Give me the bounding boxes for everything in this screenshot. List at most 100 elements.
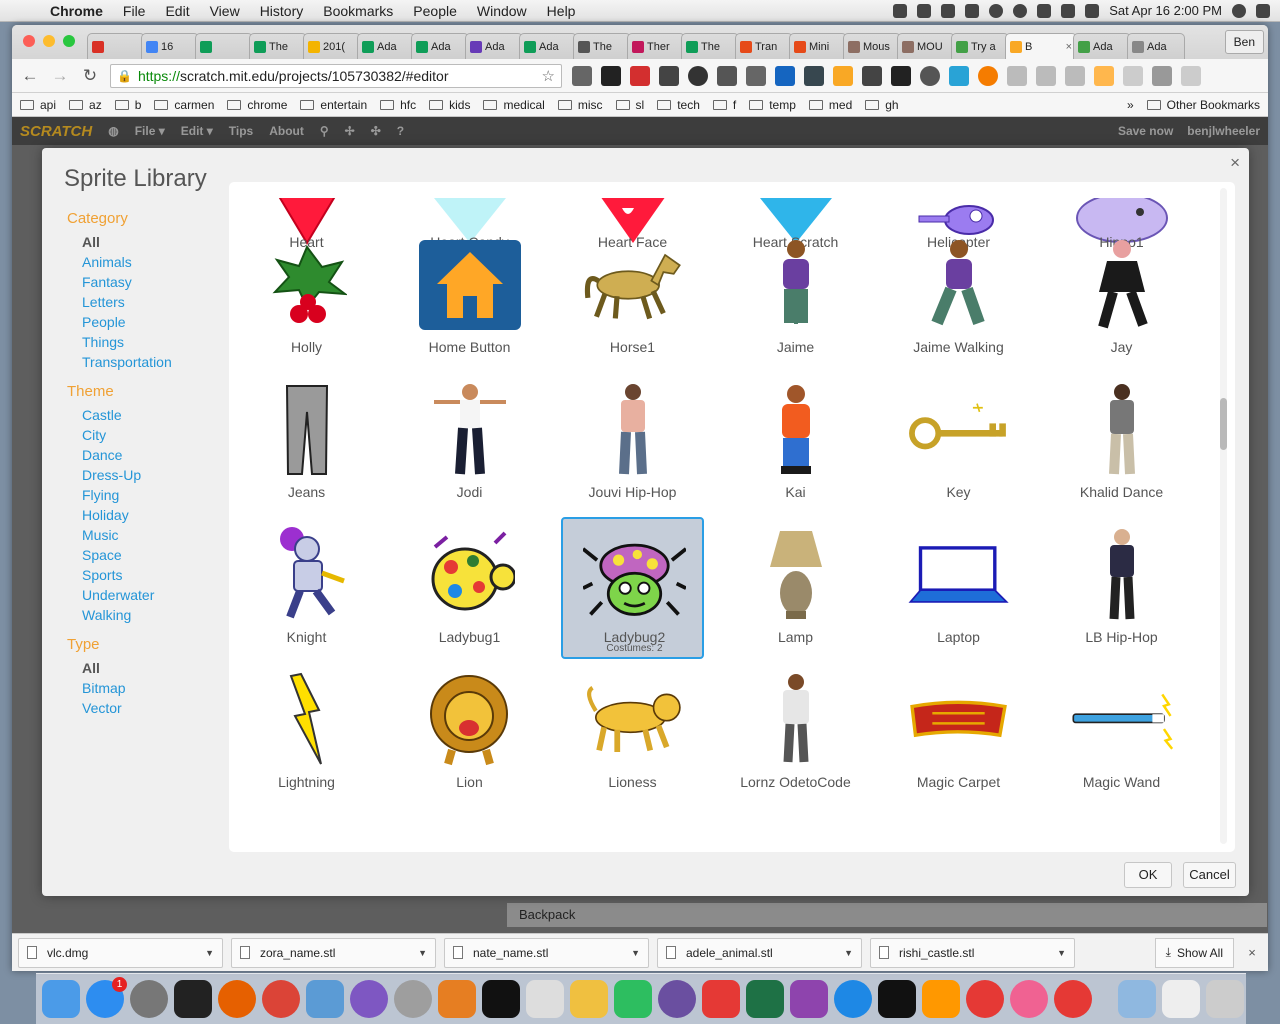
- stamp-icon[interactable]: ⚲: [320, 124, 329, 138]
- sprite-tile[interactable]: Knight: [235, 517, 378, 659]
- preview-icon[interactable]: [570, 980, 608, 1018]
- sprite-tile[interactable]: Jeans: [235, 372, 378, 514]
- sprite-tile[interactable]: Magic Carpet: [887, 662, 1030, 804]
- category-animals[interactable]: Animals: [67, 252, 227, 272]
- scrollbar-thumb[interactable]: [1220, 398, 1227, 450]
- chevron-down-icon[interactable]: ▼: [205, 948, 214, 958]
- activity-monitor-icon[interactable]: [174, 980, 212, 1018]
- minimize-window-button[interactable]: [43, 35, 55, 47]
- spotlight-search-icon[interactable]: [1232, 3, 1246, 18]
- scrollbar[interactable]: [1220, 188, 1227, 844]
- face-icon[interactable]: [989, 3, 1004, 18]
- browser-tab[interactable]: 16: [141, 33, 199, 59]
- reload-icon[interactable]: ↻: [80, 66, 100, 86]
- sprite-tile[interactable]: Lightning: [235, 662, 378, 804]
- category-letters[interactable]: Letters: [67, 292, 227, 312]
- extension-icon[interactable]: [572, 65, 592, 86]
- chevron-down-icon[interactable]: ▼: [418, 948, 427, 958]
- show-all-downloads-button[interactable]: ⤓ Show All: [1154, 937, 1234, 968]
- sprite-tile[interactable]: Jouvi Hip-Hop: [561, 372, 704, 514]
- sprite-tile[interactable]: Jay: [1050, 227, 1193, 369]
- save-now-link[interactable]: Save now: [1118, 124, 1173, 138]
- wifi-icon[interactable]: [1013, 3, 1028, 18]
- bookmark-item[interactable]: chrome: [227, 98, 287, 112]
- app-icon[interactable]: [1054, 980, 1092, 1018]
- menu-view[interactable]: View: [200, 3, 250, 19]
- extension-icon[interactable]: [1007, 65, 1027, 86]
- extension-icon[interactable]: [862, 65, 882, 86]
- browser-tab[interactable]: Ther: [627, 33, 685, 59]
- bookmark-item[interactable]: entertain: [300, 98, 367, 112]
- menu-people[interactable]: People: [403, 3, 467, 19]
- sprite-tile[interactable]: Key: [887, 372, 1030, 514]
- theme-holiday[interactable]: Holiday: [67, 505, 227, 525]
- browser-tab[interactable]: Ada: [357, 33, 415, 59]
- category-fantasy[interactable]: Fantasy: [67, 272, 227, 292]
- bookmark-item[interactable]: carmen: [154, 98, 214, 112]
- chevron-down-icon[interactable]: ▼: [1057, 948, 1066, 958]
- sprite-tile[interactable]: Jaime Walking: [887, 227, 1030, 369]
- extension-icon[interactable]: [804, 65, 824, 86]
- acrobat-icon[interactable]: [702, 980, 740, 1018]
- other-bookmarks-folder[interactable]: Other Bookmarks: [1146, 98, 1260, 112]
- shrink-icon[interactable]: ✣: [371, 124, 381, 138]
- sprite-tile[interactable]: Heart: [235, 182, 378, 250]
- browser-tab[interactable]: Ada: [465, 33, 523, 59]
- type-vector[interactable]: Vector: [67, 698, 227, 718]
- bookmark-item[interactable]: misc: [557, 98, 603, 112]
- sprite-tile[interactable]: LB Hip-Hop: [1050, 517, 1193, 659]
- download-item[interactable]: vlc.dmg ▼: [18, 937, 223, 968]
- bookmark-item[interactable]: hfc: [380, 98, 416, 112]
- menubar-clock[interactable]: Sat Apr 16 2:00 PM: [1109, 3, 1222, 18]
- theme-sports[interactable]: Sports: [67, 565, 227, 585]
- chevron-down-icon[interactable]: ▼: [631, 948, 640, 958]
- zoom-window-button[interactable]: [63, 35, 75, 47]
- menu-edit[interactable]: Edit: [155, 3, 199, 19]
- chevron-down-icon[interactable]: ▼: [844, 948, 853, 958]
- volume-icon[interactable]: [1085, 3, 1100, 18]
- extension-icon[interactable]: [746, 65, 766, 86]
- bookmark-item[interactable]: kids: [429, 98, 470, 112]
- sprite-tile[interactable]: Lamp: [724, 517, 867, 659]
- sprite-tile[interactable]: Jodi: [398, 372, 541, 514]
- scratch-menu-about[interactable]: About: [269, 124, 304, 138]
- sprite-tile[interactable]: Heart Face: [561, 182, 704, 250]
- theme-dress-up[interactable]: Dress-Up: [67, 465, 227, 485]
- extension-icon[interactable]: [833, 65, 853, 86]
- download-item[interactable]: nate_name.stl ▼: [444, 937, 649, 968]
- extension-icon[interactable]: [891, 65, 911, 86]
- extension-icon[interactable]: [949, 65, 969, 86]
- grow-icon[interactable]: ✢: [345, 124, 355, 138]
- category-transportation[interactable]: Transportation: [67, 352, 227, 372]
- browser-tab[interactable]: The: [573, 33, 631, 59]
- scratch-menu-tips[interactable]: Tips: [229, 124, 253, 138]
- sprite-tile[interactable]: Heart Candy: [398, 182, 541, 250]
- browser-tab[interactable]: Try a: [951, 33, 1009, 59]
- bookmark-item[interactable]: az: [69, 98, 102, 112]
- system-preferences-icon[interactable]: [130, 980, 168, 1018]
- pinwheel-icon[interactable]: [893, 3, 908, 18]
- browser-tab[interactable]: MOU: [897, 33, 955, 59]
- extension-icon[interactable]: [978, 65, 998, 86]
- keyboard-icon[interactable]: [526, 980, 564, 1018]
- bookmark-item[interactable]: medical: [483, 98, 545, 112]
- xcode-icon[interactable]: [306, 980, 344, 1018]
- category-things[interactable]: Things: [67, 332, 227, 352]
- sprite-tile[interactable]: Home Button: [398, 227, 541, 369]
- extension-icon[interactable]: [1036, 65, 1056, 86]
- scratch-logo[interactable]: SCRATCH: [20, 123, 92, 140]
- download-item[interactable]: rishi_castle.stl ▼: [870, 937, 1075, 968]
- cancel-button[interactable]: Cancel: [1183, 862, 1236, 888]
- menu-history[interactable]: History: [250, 3, 314, 19]
- sprite-tile[interactable]: Helicopter: [887, 182, 1030, 250]
- launchpad-icon[interactable]: [394, 980, 432, 1018]
- close-window-button[interactable]: [23, 35, 35, 47]
- close-downloads-icon[interactable]: ×: [1242, 945, 1262, 960]
- sprite-tile[interactable]: Lornz OdetoCode: [724, 662, 867, 804]
- browser-tab[interactable]: Ada: [1127, 33, 1185, 59]
- browser-tab[interactable]: [87, 33, 145, 59]
- theme-underwater[interactable]: Underwater: [67, 585, 227, 605]
- browser-tab[interactable]: The: [249, 33, 307, 59]
- sprite-tile[interactable]: Kai: [724, 372, 867, 514]
- bookmark-item[interactable]: sl: [615, 98, 644, 112]
